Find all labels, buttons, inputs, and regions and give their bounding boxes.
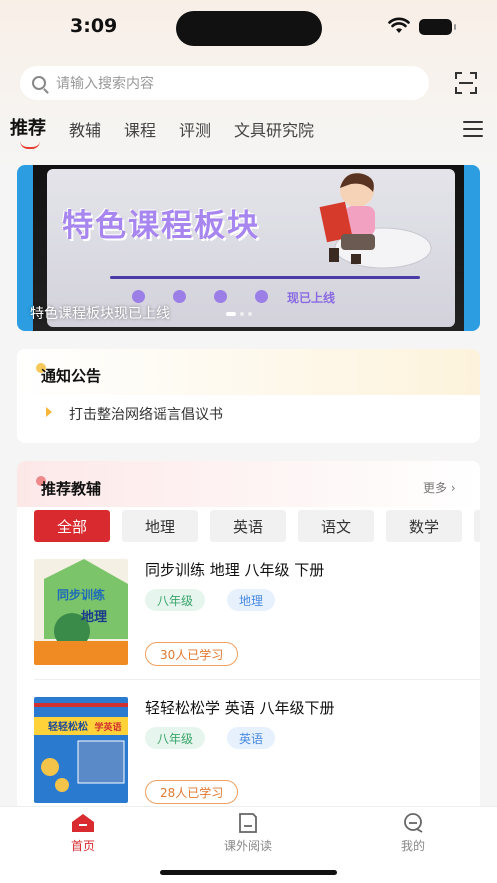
tab-stationery-institute[interactable]: 文具研究院: [234, 117, 314, 148]
bullet-icon: [46, 407, 52, 417]
dynamic-island: [176, 11, 322, 46]
more-link[interactable]: 更多 ›: [423, 479, 456, 496]
home-indicator: [160, 870, 337, 875]
tab-teaching-aids[interactable]: 教辅: [69, 117, 101, 148]
wifi-icon: [388, 17, 410, 33]
learned-count-badge: 28人已学习: [145, 780, 239, 804]
scan-icon[interactable]: [455, 72, 477, 94]
subject-filter: 全部 地理 英语 语文 数学: [34, 510, 480, 542]
filter-geography[interactable]: 地理: [122, 510, 198, 542]
search-bar[interactable]: 请输入搜索内容: [20, 66, 429, 100]
nav-profile[interactable]: 我的: [363, 813, 463, 854]
book-cover: 轻轻松松 学英语: [34, 697, 128, 803]
cover-title: 同步训练: [57, 587, 105, 602]
search-icon: [32, 76, 46, 90]
notice-title: 通知公告: [41, 367, 102, 385]
filter-english[interactable]: 英语: [210, 510, 286, 542]
banner-subtitle: 现已上线: [287, 291, 336, 305]
menu-icon[interactable]: [463, 121, 483, 137]
grade-tag: 八年级: [145, 727, 206, 749]
banner-line: [110, 276, 420, 279]
tab-courses[interactable]: 课程: [124, 117, 156, 148]
subject-tag: 地理: [227, 589, 276, 611]
book-title: 同步训练 地理 八年级 下册: [145, 561, 325, 579]
filter-more[interactable]: [474, 510, 480, 542]
book-title: 轻轻松松学 英语 八年级下册: [145, 699, 335, 717]
book-icon: [239, 813, 257, 833]
category-tabs: 推荐 教辅 课程 评测 文具研究院: [10, 114, 337, 149]
divider: [34, 679, 480, 680]
cover-subject: 地理: [81, 609, 107, 625]
cover-subject: 学英语: [94, 721, 121, 733]
learned-count-badge: 30人已学习: [145, 642, 239, 666]
cover-title: 轻轻松松: [48, 720, 88, 733]
filter-all[interactable]: 全部: [34, 510, 110, 542]
status-time: 3:09: [70, 15, 118, 37]
notice-card: 通知公告 打击整治网络谣言倡议书: [17, 349, 480, 443]
banner-caption: 特色课程板块现已上线: [30, 306, 170, 322]
nav-reading-label: 课外阅读: [223, 839, 272, 853]
nav-home-label: 首页: [70, 839, 95, 853]
search-placeholder: 请输入搜索内容: [56, 76, 154, 92]
book-cover: 同步训练 地理: [34, 559, 128, 665]
filter-math[interactable]: 数学: [386, 510, 462, 542]
home-icon: [72, 814, 94, 832]
recommended-title: 推荐教辅: [41, 480, 102, 498]
banner-decor-dots: [132, 290, 296, 303]
carousel-indicators: [226, 312, 256, 316]
status-bar: 3:09: [0, 0, 497, 56]
reading-kid-illustration: [319, 173, 432, 269]
banner-title: 特色课程板块: [62, 208, 260, 244]
tab-recommend[interactable]: 推荐: [10, 114, 46, 149]
recommended-header: 推荐教辅 更多 ›: [17, 461, 480, 507]
subject-tag: 英语: [227, 727, 276, 749]
notice-item[interactable]: 打击整治网络谣言倡议书: [69, 404, 223, 424]
profile-icon: [404, 813, 423, 833]
battery-icon: [419, 19, 456, 35]
book-item[interactable]: 同步训练 地理 同步训练 地理 八年级 下册 八年级 地理 30人已学习: [17, 559, 480, 680]
grade-tag: 八年级: [145, 589, 206, 611]
nav-profile-label: 我的: [400, 839, 425, 853]
filter-chinese[interactable]: 语文: [298, 510, 374, 542]
nav-home[interactable]: 首页: [33, 813, 133, 854]
tab-assessment[interactable]: 评测: [179, 117, 211, 148]
nav-reading[interactable]: 课外阅读: [198, 813, 298, 854]
book-item[interactable]: 轻轻松松 学英语 轻轻松松学 英语 八年级下册 八年级 英语 28人已学习: [17, 697, 480, 811]
recommended-section: 推荐教辅 更多 › 全部 地理 英语 语文 数学 同步训练 地理 同步训练 地理…: [17, 461, 480, 811]
notice-header: 通知公告: [17, 349, 480, 395]
